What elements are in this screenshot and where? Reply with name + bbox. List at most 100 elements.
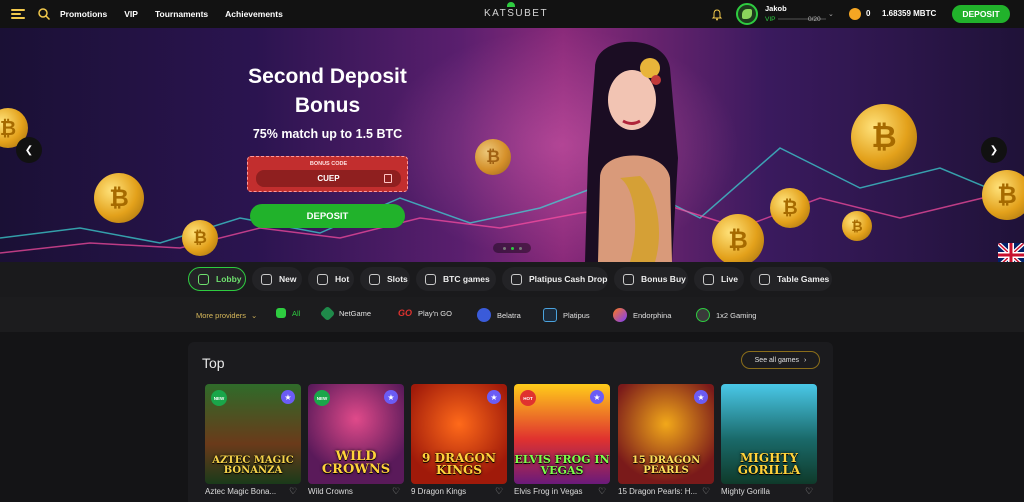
see-all-label: See all games <box>754 356 799 364</box>
wallet-balance[interactable]: 1.68359 MBTC <box>882 9 936 18</box>
provider-label: Play'n GO <box>418 308 452 318</box>
promo-deposit-button[interactable]: DEPOSIT <box>250 204 405 228</box>
favorite-heart-icon[interactable]: ♡ <box>598 486 608 496</box>
carousel-pagination <box>493 243 531 253</box>
provider-label: Endorphina <box>633 310 672 320</box>
platipus-logo-icon <box>543 308 557 322</box>
nav-promotions[interactable]: Promotions <box>60 9 107 19</box>
provider-belatra[interactable]: Belatra <box>477 308 521 322</box>
header-deposit-button[interactable]: DEPOSIT <box>952 5 1010 23</box>
category-btc-games[interactable]: BTC games <box>416 267 496 291</box>
favorite-heart-icon[interactable]: ♡ <box>495 486 505 496</box>
promo-title: Second Deposit Bonus <box>248 65 407 117</box>
carousel-dot-active[interactable] <box>510 246 514 250</box>
bonus-code-box: BONUS CODE CUEP <box>247 156 408 192</box>
nav-tournaments[interactable]: Tournaments <box>155 9 208 19</box>
star-icon: ★ <box>281 390 295 404</box>
site-logo[interactable]: KATSUBET <box>484 8 548 19</box>
game-card-mighty-gorilla[interactable]: MIGHTY GORILLA <box>721 384 817 484</box>
provider-label: 1x2 Gaming <box>716 310 757 320</box>
game-name: Elvis Frog in Vegas <box>514 487 583 496</box>
provider-1x2-gaming[interactable]: 1x2 Gaming <box>696 308 756 322</box>
game-name: Aztec Magic Bona... <box>205 487 277 496</box>
provider-netgame[interactable]: NetGame <box>319 305 372 322</box>
game-card-9-dragon-kings[interactable]: 9 DRAGON KINGS ★ <box>411 384 507 484</box>
netgame-logo-icon <box>319 305 336 322</box>
see-all-games-button[interactable]: See all games › <box>741 351 820 369</box>
star-icon: ★ <box>487 390 501 404</box>
btc-icon <box>425 273 436 285</box>
bonus-code-value: CUEP <box>317 174 340 183</box>
category-slots[interactable]: Slots <box>360 267 410 291</box>
top-header: Promotions VIP Tournaments Achievements … <box>0 0 1024 28</box>
bitcoin-icon: ₿ <box>94 173 144 223</box>
game-art-title: ELVIS FROG IN VEGAS <box>514 453 610 477</box>
carousel-dot[interactable] <box>518 246 522 250</box>
1x2-logo-icon <box>696 308 710 322</box>
copy-icon[interactable] <box>384 174 392 183</box>
category-bonus-buy[interactable]: Bonus Buy <box>614 267 688 291</box>
lobby-icon <box>198 273 209 285</box>
game-art-title: 15 DRAGON PEARLS <box>631 455 701 476</box>
user-profile[interactable]: Jakob VIP 0/20 ⌄ <box>736 3 836 25</box>
category-label: Hot <box>335 274 350 284</box>
category-label: New <box>279 274 297 284</box>
category-bar: Lobby New Hot Slots BTC games Platipus C… <box>0 262 1024 297</box>
nav-achievements[interactable]: Achievements <box>225 9 283 19</box>
favorite-heart-icon[interactable]: ♡ <box>805 486 815 496</box>
bitcoin-icon: ₿ <box>182 220 218 256</box>
game-card-wild-crowns[interactable]: WILD CROWNS NEW ★ <box>308 384 404 484</box>
bell-icon[interactable] <box>711 8 723 21</box>
carousel-dot[interactable] <box>502 246 506 250</box>
vip-label: VIP <box>765 16 776 23</box>
game-card-15-dragon-pearls[interactable]: 15 DRAGON PEARLS ★ <box>618 384 714 484</box>
category-live[interactable]: Live <box>694 267 744 291</box>
category-label: BTC games <box>443 274 490 284</box>
chevron-right-icon: › <box>804 356 807 364</box>
carousel-prev-button[interactable]: ❮ <box>16 137 42 163</box>
nav-vip[interactable]: VIP <box>124 9 138 19</box>
menu-icon[interactable] <box>11 9 25 19</box>
chevron-down-icon[interactable]: ⌄ <box>828 10 834 18</box>
category-label: Lobby <box>216 274 242 284</box>
slots-icon <box>369 273 380 285</box>
provider-endorphina[interactable]: Endorphina <box>613 308 671 322</box>
endorphina-logo-icon <box>613 308 627 322</box>
provider-all[interactable]: All <box>276 308 300 318</box>
favorite-heart-icon[interactable]: ♡ <box>392 486 402 496</box>
promo-subtitle: 75% match up to 1.5 BTC <box>252 127 403 141</box>
playngo-logo-icon: GO <box>398 308 413 318</box>
game-card-elvis-frog-in-vegas[interactable]: ELVIS FROG IN VEGAS HOT ★ <box>514 384 610 484</box>
bonus-code-field[interactable]: CUEP <box>256 170 401 187</box>
category-table-games[interactable]: Table Games <box>750 267 832 291</box>
vip-progress-count: 0/20 <box>808 16 821 23</box>
favorite-heart-icon[interactable]: ♡ <box>289 486 299 496</box>
new-icon <box>261 273 272 285</box>
category-platipus-cash-drop[interactable]: Platipus Cash Drop <box>502 267 608 291</box>
category-lobby[interactable]: Lobby <box>188 267 246 291</box>
favorite-heart-icon[interactable]: ♡ <box>702 486 712 496</box>
btc-coin-icon <box>849 8 861 20</box>
category-new[interactable]: New <box>252 267 302 291</box>
user-name: Jakob <box>765 4 787 13</box>
cash-drop-icon <box>511 273 522 285</box>
star-icon: ★ <box>590 390 604 404</box>
provider-platipus[interactable]: Platipus <box>543 308 590 322</box>
more-providers-dropdown[interactable]: More providers ⌄ <box>196 311 257 320</box>
provider-playngo[interactable]: GO Play'n GO <box>398 308 452 318</box>
logo-mark-icon <box>507 2 515 7</box>
category-hot[interactable]: Hot <box>308 267 354 291</box>
carousel-next-button[interactable]: ❯ <box>981 137 1007 163</box>
hero-banner: ₿ ₿ ₿ ₿ ₿ ₿ ₿ ₿ ₿ Second Deposit Bonus 7… <box>0 28 1024 262</box>
bitcoin-icon: ₿ <box>475 139 511 175</box>
provider-label: NetGame <box>339 309 372 318</box>
game-art-title: AZTEC MAGIC BONANZA <box>212 455 294 476</box>
belatra-logo-icon <box>477 308 491 322</box>
star-icon: ★ <box>694 390 708 404</box>
provider-bar: More providers ⌄ All NetGame GO Play'n GO … <box>0 297 1024 332</box>
provider-label: All <box>292 308 301 318</box>
gift-icon <box>623 273 634 285</box>
game-card-aztec-magic-bonanza[interactable]: AZTEC MAGIC BONANZA NEW ★ <box>205 384 301 484</box>
grid-icon <box>276 308 286 318</box>
search-icon[interactable] <box>37 7 51 21</box>
